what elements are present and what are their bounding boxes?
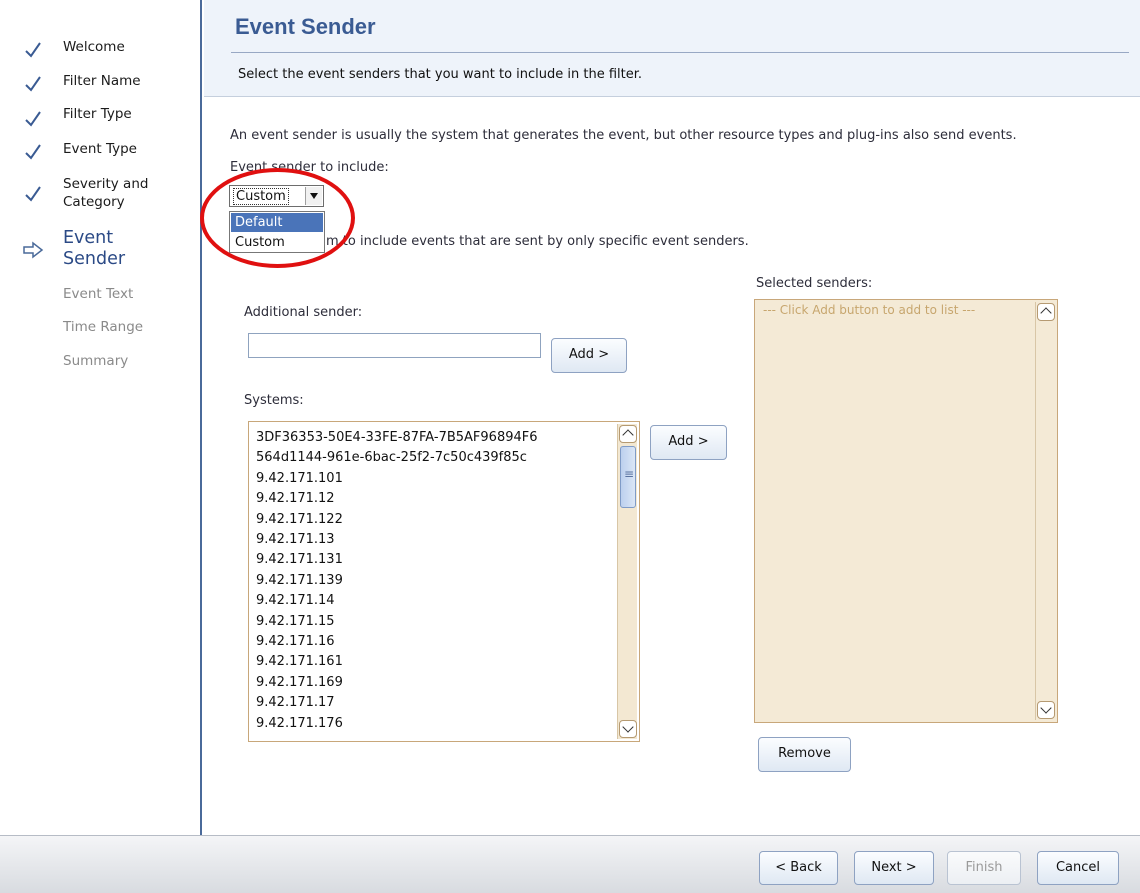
- step-label: Time Range: [63, 319, 144, 335]
- system-list-item[interactable]: 9.42.171.161: [256, 652, 343, 672]
- next-button[interactable]: Next >: [854, 851, 934, 885]
- cancel-button[interactable]: Cancel: [1037, 851, 1119, 885]
- scroll-down-icon[interactable]: [619, 720, 637, 738]
- page-header: Event Sender Select the event senders th…: [204, 0, 1140, 97]
- system-list-item[interactable]: 9.42.171.16: [256, 632, 335, 652]
- systems-scrollbar[interactable]: [617, 424, 637, 739]
- additional-sender-input[interactable]: [248, 333, 541, 358]
- scroll-thumb[interactable]: [620, 446, 636, 508]
- system-list-item[interactable]: 9.42.171.17: [256, 693, 335, 713]
- systems-list[interactable]: 3DF36353-50E4-33FE-87FA-7B5AF96894F6 564d…: [248, 421, 640, 742]
- step-label: Welcome: [63, 39, 125, 55]
- scroll-up-icon[interactable]: [619, 425, 637, 443]
- selected-senders-list[interactable]: --- Click Add button to add to list ---: [754, 299, 1058, 723]
- step-label-line1: Event: [63, 228, 114, 248]
- system-list-item[interactable]: 9.42.171.176: [256, 714, 343, 734]
- wizard-steps-nav: Welcome Filter Name Filter Type Event Ty…: [0, 0, 202, 835]
- additional-sender-label: Additional sender:: [244, 305, 363, 320]
- system-list-item[interactable]: 564d1144-961e-6bac-25f2-7c50c439f85c: [256, 448, 527, 468]
- description-text: An event sender is usually the system th…: [230, 128, 1017, 143]
- scroll-down-icon[interactable]: [1037, 701, 1055, 719]
- system-list-item[interactable]: 9.42.171.169: [256, 673, 343, 693]
- selected-scrollbar[interactable]: [1035, 302, 1055, 720]
- checkmark-icon: [25, 111, 41, 127]
- scroll-up-icon[interactable]: [1037, 303, 1055, 321]
- step-label: Event Text: [63, 286, 134, 302]
- finish-button: Finish: [947, 851, 1021, 885]
- remove-button[interactable]: Remove: [758, 737, 851, 772]
- step-label: Summary: [63, 353, 129, 369]
- step-label: Filter Name: [63, 73, 141, 89]
- hint-text: m to include events that are sent by onl…: [326, 234, 749, 249]
- system-list-item[interactable]: 9.42.171.139: [256, 571, 343, 591]
- title-divider: [231, 52, 1129, 53]
- system-list-item[interactable]: 9.42.171.131: [256, 550, 343, 570]
- system-list-item[interactable]: 9.42.171.13: [256, 530, 335, 550]
- step-label-line2: Category: [63, 194, 125, 210]
- checkmark-icon: [25, 144, 41, 160]
- checkmark-icon: [25, 76, 41, 92]
- step-label-line2: Sender: [63, 249, 126, 269]
- checkmark-icon: [25, 186, 41, 202]
- systems-label: Systems:: [244, 393, 304, 408]
- selected-senders-label: Selected senders:: [756, 276, 873, 291]
- selected-placeholder: --- Click Add button to add to list ---: [763, 303, 976, 317]
- back-button[interactable]: < Back: [759, 851, 838, 885]
- system-list-item[interactable]: 9.42.171.101: [256, 469, 343, 489]
- system-list-item[interactable]: 9.42.171.14: [256, 591, 335, 611]
- step-label: Filter Type: [63, 106, 132, 122]
- system-list-item[interactable]: 9.42.171.15: [256, 612, 335, 632]
- system-list-item[interactable]: 9.42.171.12: [256, 489, 335, 509]
- add-system-button[interactable]: Add >: [650, 425, 727, 460]
- system-list-item[interactable]: 9.42.171.122: [256, 510, 343, 530]
- system-list-item[interactable]: 3DF36353-50E4-33FE-87FA-7B5AF96894F6: [256, 428, 538, 448]
- page-title: Event Sender: [235, 14, 376, 39]
- highlight-circle: [200, 168, 355, 268]
- step-label: Event Type: [63, 141, 137, 157]
- current-step-arrow-icon: [23, 241, 44, 259]
- page-subtitle: Select the event senders that you want t…: [238, 67, 643, 82]
- add-sender-button[interactable]: Add >: [551, 338, 627, 373]
- checkmark-icon: [25, 42, 41, 58]
- wizard-footer: < Back Next > Finish Cancel: [0, 835, 1140, 893]
- step-label-line1: Severity and: [63, 176, 149, 192]
